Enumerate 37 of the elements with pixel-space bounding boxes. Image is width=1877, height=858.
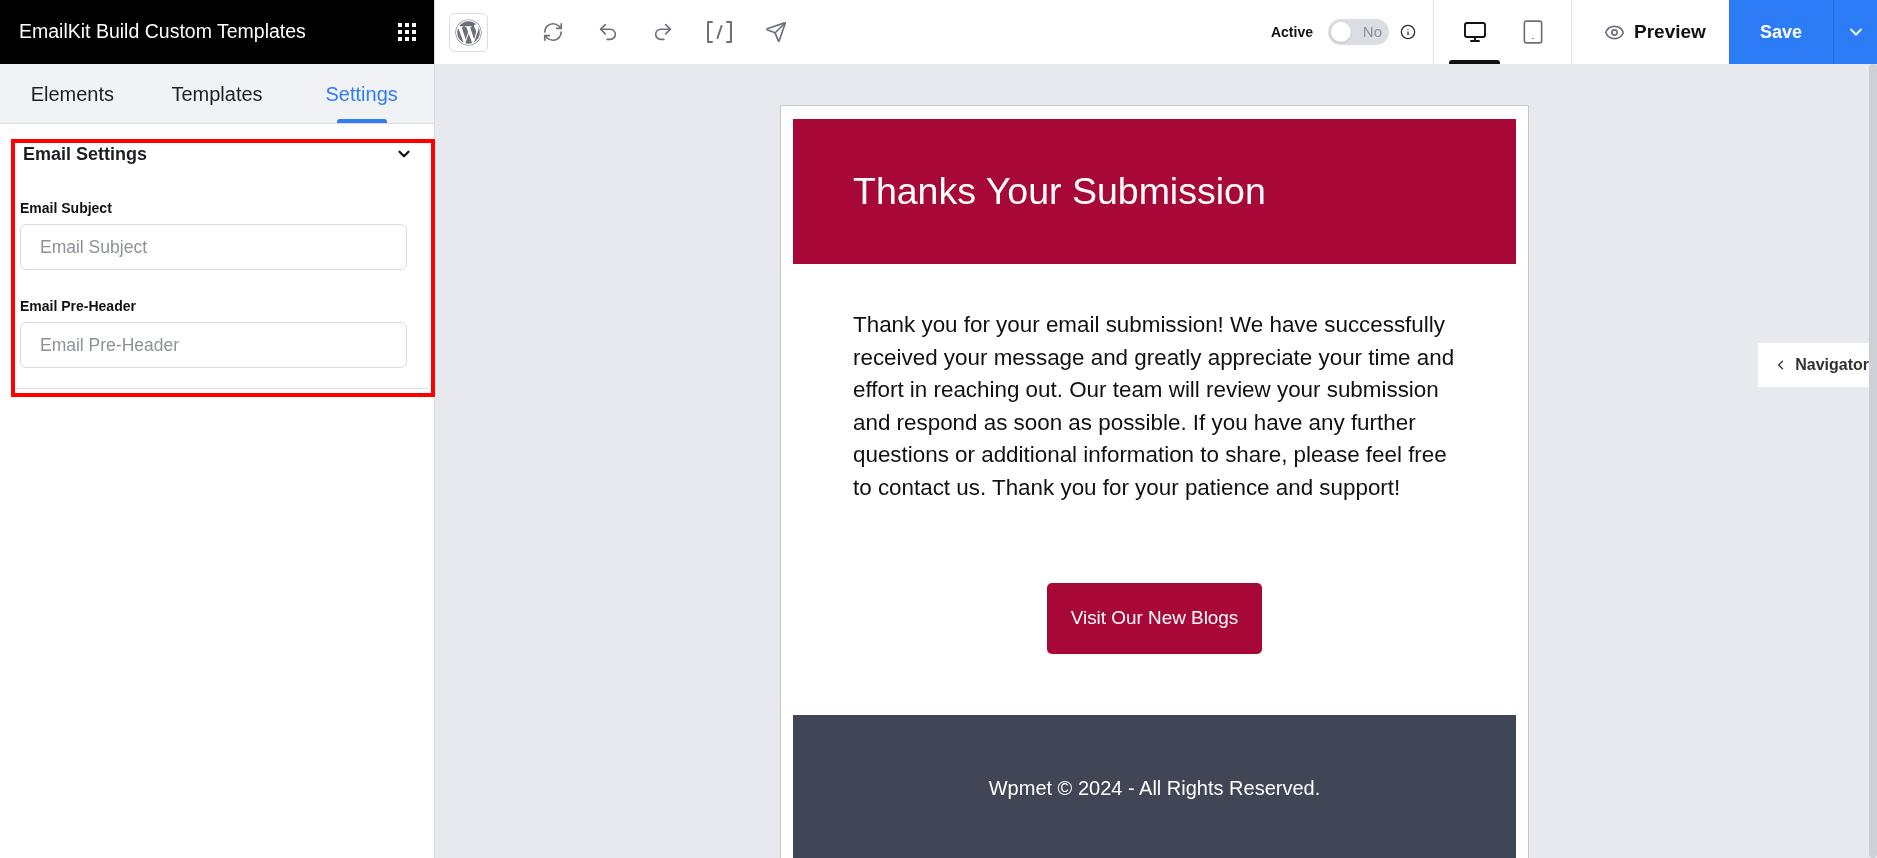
sidebar-tab[interactable]: Elements <box>0 64 145 123</box>
send-icon <box>765 21 787 43</box>
logo-button[interactable] <box>449 12 488 52</box>
preview-button[interactable]: Preview <box>1572 0 1729 64</box>
app-title: EmailKit Build Custom Templates <box>19 19 306 45</box>
selected-underline <box>336 119 387 123</box>
undo-button[interactable] <box>597 21 619 43</box>
refresh-icon <box>542 21 564 43</box>
field-label: Email Subject <box>20 200 113 216</box>
field-label: Email Pre-Header <box>20 298 137 314</box>
shortcode-icon <box>707 21 732 43</box>
redo-icon <box>652 21 674 43</box>
toggle-knob-icon <box>1331 22 1351 42</box>
send-button[interactable] <box>765 21 787 43</box>
desktop-icon <box>1462 20 1487 44</box>
email-heading: Thanks Your Submission <box>853 169 1266 215</box>
copyright-text: Wpmet © 2024 - All Rights Reserved. <box>988 776 1321 801</box>
email-body-text: Thank you for your email submission! We have successfully received your message and greatly appreciate your time and effort in reaching out. Our team will review your submission and respond as soon as possible. If you have any further questions or additional information to share, please feel free to contact us. Thank you for your patience and support! <box>853 311 1456 502</box>
logo-icon <box>455 18 482 46</box>
undo-icon <box>597 21 619 43</box>
info-icon[interactable] <box>1400 24 1416 40</box>
sidebar-tab[interactable]: Settings <box>289 64 434 123</box>
text-input-field[interactable]: Email Subject <box>20 224 407 270</box>
redo-button[interactable] <box>652 21 674 43</box>
scrollbar-thumb[interactable] <box>1869 64 1877 858</box>
active-label: Active <box>1270 22 1313 42</box>
sidebar-tab[interactable]: Templates <box>144 64 290 123</box>
blog-link-button[interactable]: Visit Our New Blogs <box>1047 583 1262 654</box>
selected-underline <box>1449 60 1500 64</box>
navigator-button[interactable]: Navigator <box>1758 343 1869 387</box>
section-title: Email Settings <box>23 142 148 166</box>
grid-icon <box>398 23 416 41</box>
refresh-button[interactable] <box>542 21 564 43</box>
text-input-field[interactable]: Email Pre-Header <box>20 322 407 368</box>
apps-menu-button[interactable] <box>398 23 416 41</box>
save-button[interactable]: Save <box>1729 0 1833 64</box>
shortcode-button[interactable] <box>707 21 732 43</box>
